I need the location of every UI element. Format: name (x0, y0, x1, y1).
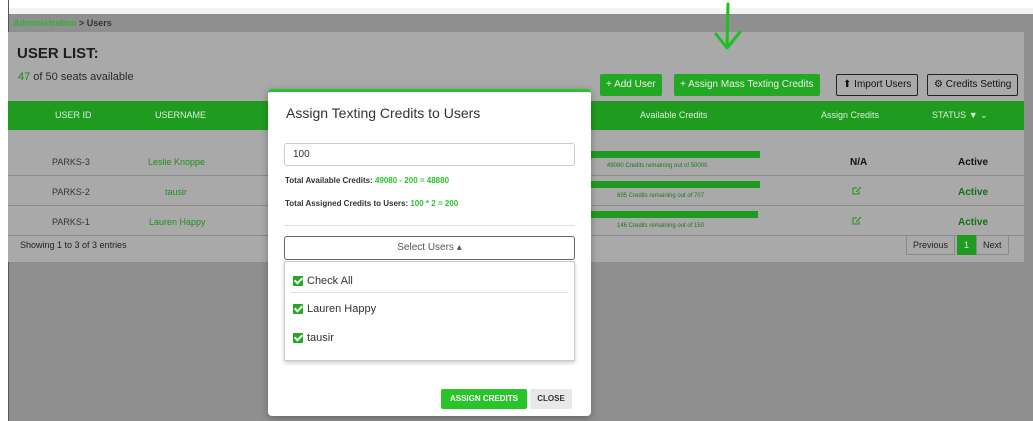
row-status: Active (958, 187, 989, 198)
row-status: Active (958, 217, 989, 228)
annotation-arrow-icon (714, 2, 742, 50)
header-user-id[interactable]: USER ID (55, 110, 92, 120)
breadcrumb-administration[interactable]: Administration (13, 18, 77, 28)
credits-remaining-text: 49080 Credits remaining out of 50000 (607, 163, 708, 169)
row-user-id: PARKS-3 (52, 157, 90, 167)
credits-remaining-text: 695 Credits remaining out of 707 (617, 193, 705, 199)
user-option-tausir[interactable]: tausir (293, 332, 334, 344)
credits-progress-bar (591, 211, 758, 218)
assign-credits-modal: Assign Texting Credits to Users 100 Tota… (268, 89, 591, 416)
breadcrumb-separator: > (76, 18, 87, 28)
row-user-id: PARKS-1 (52, 217, 90, 227)
row-username[interactable]: Lauren Happy (149, 217, 206, 227)
row-status: Active (958, 157, 989, 168)
user-option-label: Lauren Happy (307, 303, 377, 315)
close-button[interactable]: CLOSE (530, 389, 572, 409)
import-users-button[interactable]: ⬆ Import Users (836, 74, 919, 96)
total-available-credits: Total Available Credits: 49080 - 200 = 4… (285, 176, 449, 185)
total-available-calc: 49080 - 200 = 48880 (374, 176, 450, 185)
row-username[interactable]: Leslie Knoppe (148, 157, 205, 167)
check-all-checkbox[interactable] (293, 276, 303, 286)
gear-icon: ⚙ (934, 79, 943, 90)
row-user-id: PARKS-2 (52, 187, 90, 197)
credits-setting-button[interactable]: ⚙ Credits Setting (927, 74, 1019, 96)
entries-info: Showing 1 to 3 of 3 entries (20, 240, 127, 250)
page-title: USER LIST: (17, 45, 99, 62)
seats-text: of 50 seats available (30, 71, 134, 83)
edit-icon[interactable] (852, 186, 862, 195)
header-username[interactable]: USERNAME (155, 110, 206, 120)
modal-divider (284, 225, 575, 226)
assign-credits-button[interactable]: ASSIGN CREDITS (441, 389, 527, 409)
row-username[interactable]: tausir (165, 187, 187, 197)
pagination-next[interactable]: Next (976, 235, 1009, 255)
import-users-label: Import Users (854, 79, 912, 90)
user-checkbox[interactable] (293, 304, 303, 314)
check-all-label: Check All (307, 275, 353, 287)
credits-remaining-text: 146 Credits remaining out of 150 (617, 223, 705, 229)
users-dropdown-menu: Check All Lauren Happy tausir (284, 261, 575, 361)
breadcrumb-current: Users (86, 18, 112, 28)
breadcrumb: Administration > Users (13, 18, 112, 28)
pagination-page-1[interactable]: 1 (957, 235, 977, 255)
dropdown-divider (291, 292, 568, 293)
credits-progress-bar (591, 151, 760, 158)
check-all-option[interactable]: Check All (293, 275, 353, 287)
row-assign-na: N/A (850, 157, 868, 168)
total-available-label: Total Available Credits: (285, 176, 375, 185)
seats-available: 47 of 50 seats available (18, 71, 134, 83)
select-users-dropdown[interactable]: Select Users ▴ (284, 236, 575, 260)
user-checkbox[interactable] (293, 333, 303, 343)
pagination-previous[interactable]: Previous (906, 235, 956, 255)
user-option-label: tausir (307, 332, 334, 344)
filter-icon[interactable]: ▼ ⌄ (969, 110, 988, 120)
assign-mass-texting-credits-button[interactable]: + Assign Mass Texting Credits (674, 74, 820, 96)
credits-setting-label: Credits Setting (945, 79, 1012, 90)
upload-icon: ⬆ (843, 79, 852, 90)
seats-used-count: 47 (18, 71, 31, 83)
total-assigned-label: Total Assigned Credits to Users: (285, 199, 411, 208)
modal-title: Assign Texting Credits to Users (286, 105, 481, 121)
add-user-button[interactable]: + Add User (600, 74, 662, 96)
total-assigned-calc: 100 * 2 = 200 (410, 199, 459, 208)
credits-input[interactable]: 100 (284, 143, 575, 166)
total-assigned-credits: Total Assigned Credits to Users: 100 * 2… (285, 199, 458, 208)
screenshot-frame: Administration > Users USER LIST: 47 of … (0, 0, 1033, 421)
header-available-credits[interactable]: Available Credits (640, 110, 707, 120)
user-option-lauren-happy[interactable]: Lauren Happy (293, 303, 376, 315)
edit-icon[interactable] (852, 216, 862, 225)
header-status[interactable]: STATUS ▼ ⌄ (932, 110, 988, 121)
header-status-label: STATUS (932, 110, 967, 120)
credits-progress-bar (591, 181, 760, 188)
header-assign-credits[interactable]: Assign Credits (821, 110, 879, 120)
